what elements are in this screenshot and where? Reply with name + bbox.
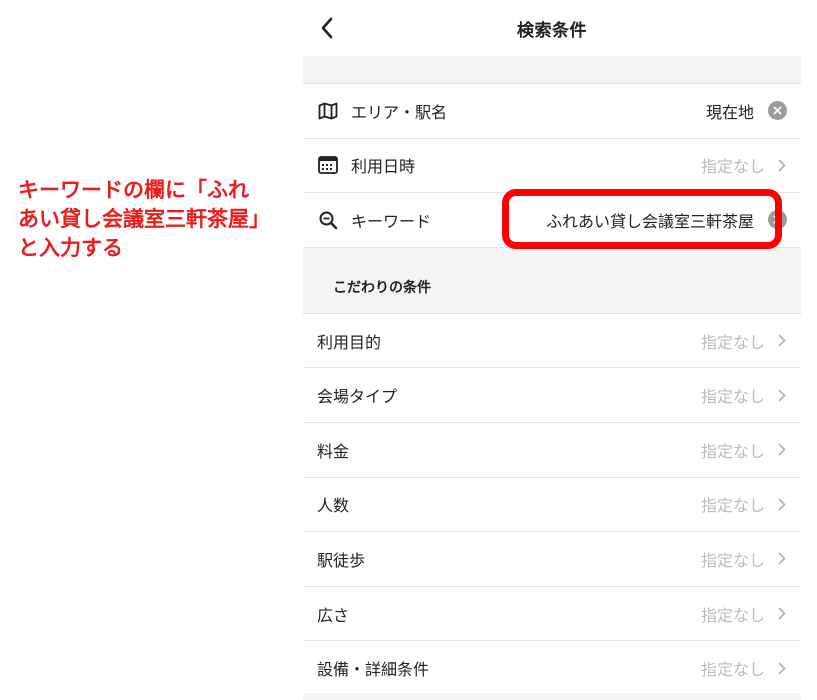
chevron-left-icon xyxy=(321,17,333,39)
chevron-right-icon xyxy=(777,606,787,622)
filter-row[interactable]: 人数 指定なし xyxy=(303,478,801,533)
filter-value-text: 指定なし xyxy=(700,332,765,352)
filter-row[interactable]: 設備・詳細条件 指定なし xyxy=(303,641,801,696)
chevron-right-icon xyxy=(777,333,787,349)
area-station-label: エリア・駅名 xyxy=(351,102,448,122)
filter-value-text: 指定なし xyxy=(700,387,765,407)
keyword-value-text: ふれあい貸し会議室三軒茶屋 xyxy=(545,211,754,231)
chevron-right-icon xyxy=(777,660,787,676)
chevron-right-icon xyxy=(777,496,787,512)
annotation-line-1: キーワードの欄に「ふれ xyxy=(18,178,249,202)
section-title: こだわりの条件 xyxy=(303,247,801,314)
filter-list: 利用目的 指定なし 会場タイプ 指定なし 料金 指定なし 人数 指定なし 駅徒歩 指定なし 広さ 指定… xyxy=(303,314,801,696)
filter-value-text: 指定なし xyxy=(700,496,765,516)
map-icon xyxy=(317,100,339,122)
back-button[interactable] xyxy=(313,12,341,44)
chevron-right-icon xyxy=(777,157,787,173)
filter-label: 料金 xyxy=(317,441,350,461)
keyword-label: キーワード xyxy=(351,211,432,231)
search-icon xyxy=(317,209,339,231)
filter-label: 会場タイプ xyxy=(317,387,398,407)
chevron-right-icon xyxy=(777,551,787,567)
keyword-row[interactable]: キーワード ふれあい貸し会議室三軒茶屋 xyxy=(303,193,801,248)
page-title: 検索条件 xyxy=(517,20,587,41)
annotation-line-3: と入力する xyxy=(18,236,123,260)
filter-label: 人数 xyxy=(317,496,350,516)
search-conditions-screen: 検索条件 エリア・駅名 現在地 利用日時 指定なし キーワード ふれあい貸し会議… xyxy=(303,0,801,700)
calendar-icon xyxy=(317,154,339,176)
filter-value-text: 指定なし xyxy=(700,605,765,625)
filter-row[interactable]: 広さ 指定なし xyxy=(303,587,801,642)
section-spacer xyxy=(303,56,801,84)
nav-bar: 検索条件 xyxy=(303,0,801,56)
filter-value: 指定なし xyxy=(701,656,787,680)
filter-value: 指定なし xyxy=(701,547,787,571)
filter-value: 指定なし xyxy=(701,383,787,407)
datetime-value-text: 指定なし xyxy=(700,157,765,177)
area-station-value: 現在地 xyxy=(706,99,787,123)
filter-label: 設備・詳細条件 xyxy=(317,660,430,680)
datetime-value: 指定なし xyxy=(701,153,787,177)
chevron-right-icon xyxy=(777,387,787,403)
filter-value: 指定なし xyxy=(701,438,787,462)
area-station-row[interactable]: エリア・駅名 現在地 xyxy=(303,84,801,139)
bottom-spacer xyxy=(303,693,801,700)
filter-value-text: 指定なし xyxy=(700,441,765,461)
filter-label: 広さ xyxy=(317,605,350,625)
filter-label: 利用目的 xyxy=(317,332,382,352)
filter-row[interactable]: 駅徒歩 指定なし xyxy=(303,532,801,587)
filter-value: 指定なし xyxy=(701,602,787,626)
datetime-label: 利用日時 xyxy=(351,157,416,177)
annotation-line-2: あい貸し会議室三軒茶屋」 xyxy=(18,207,270,231)
area-station-value-text: 現在地 xyxy=(705,102,754,122)
chevron-right-icon xyxy=(777,442,787,458)
clear-icon[interactable] xyxy=(768,101,787,121)
filter-label: 駅徒歩 xyxy=(317,550,366,570)
filter-value: 指定なし xyxy=(701,492,787,516)
filter-row[interactable]: 料金 指定なし xyxy=(303,423,801,478)
filter-value-text: 指定なし xyxy=(700,660,765,680)
filter-row[interactable]: 会場タイプ 指定なし xyxy=(303,368,801,423)
filter-value: 指定なし xyxy=(701,329,787,353)
clear-icon[interactable] xyxy=(768,210,787,230)
filter-row[interactable]: 利用目的 指定なし xyxy=(303,314,801,369)
datetime-row[interactable]: 利用日時 指定なし xyxy=(303,139,801,194)
filter-value-text: 指定なし xyxy=(700,550,765,570)
instruction-annotation: キーワードの欄に「ふれ あい貸し会議室三軒茶屋」 と入力する xyxy=(18,176,298,263)
keyword-input[interactable]: ふれあい貸し会議室三軒茶屋 xyxy=(546,208,787,232)
